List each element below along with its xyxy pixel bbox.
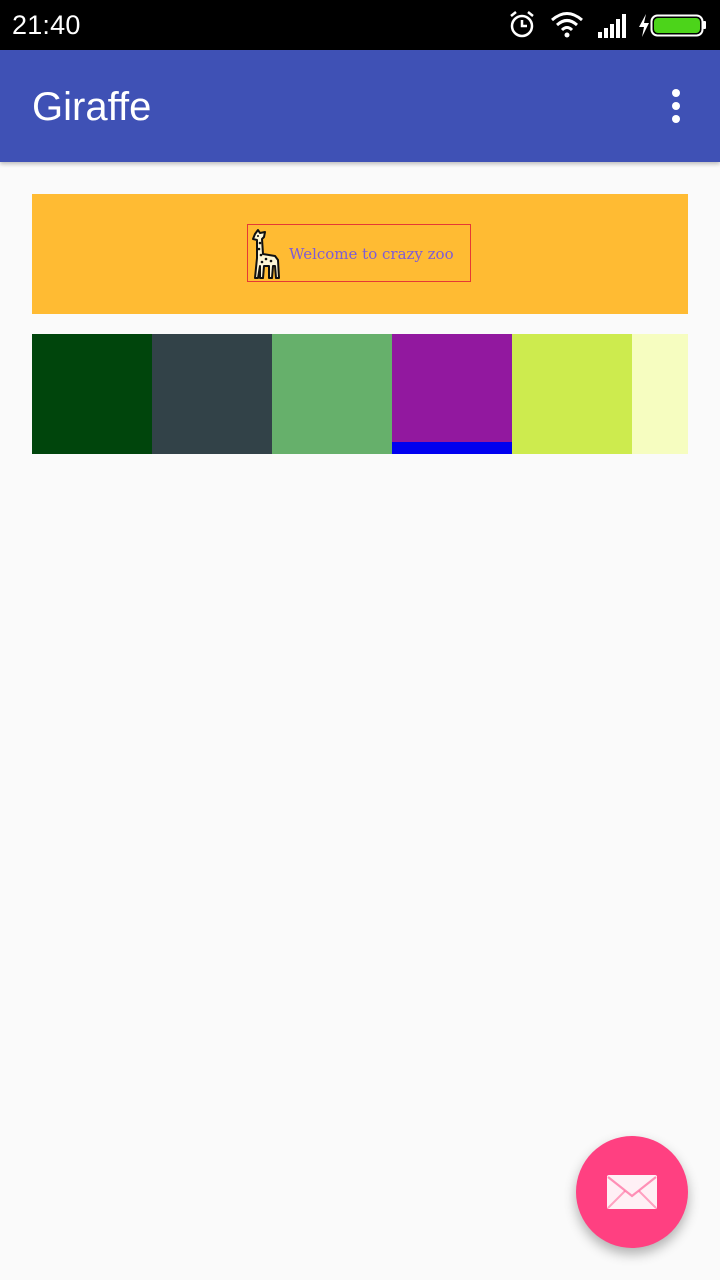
color-swatch[interactable]	[152, 334, 272, 454]
email-fab-button[interactable]	[576, 1136, 688, 1248]
menu-dot	[672, 89, 680, 97]
status-icons	[508, 8, 708, 42]
color-swatch[interactable]	[272, 334, 392, 454]
signal-icon	[598, 14, 626, 38]
giraffe-icon	[252, 229, 280, 279]
menu-dot	[672, 102, 680, 110]
app-bar: Giraffe	[0, 50, 720, 162]
menu-dot	[672, 115, 680, 123]
color-swatch-selected[interactable]	[392, 334, 512, 454]
more-vert-icon[interactable]	[656, 86, 696, 126]
status-bar: 21:40	[0, 0, 720, 50]
color-swatch-row	[32, 334, 688, 454]
battery-icon	[650, 14, 706, 37]
app-title: Giraffe	[32, 85, 152, 129]
selection-indicator	[392, 442, 512, 454]
color-swatch[interactable]	[512, 334, 632, 454]
banner-label-box: Welcome to crazy zoo	[247, 224, 471, 282]
welcome-banner: Welcome to crazy zoo	[32, 194, 688, 314]
color-swatch[interactable]	[632, 334, 688, 454]
email-icon	[607, 1175, 657, 1209]
color-swatch[interactable]	[32, 334, 152, 454]
wifi-icon	[551, 12, 583, 38]
banner-text: Welcome to crazy zoo	[289, 245, 454, 263]
alarm-icon	[510, 11, 534, 38]
status-time: 21:40	[12, 10, 81, 40]
